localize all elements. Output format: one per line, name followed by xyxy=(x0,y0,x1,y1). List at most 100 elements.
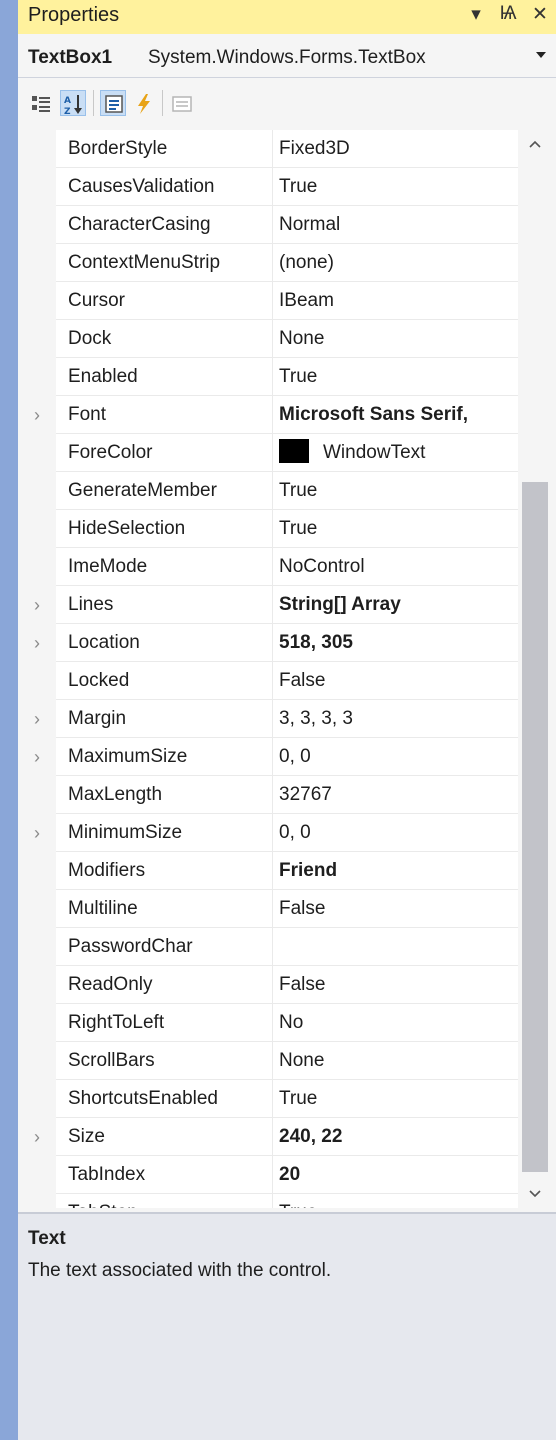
property-row[interactable]: TabIndex 20 xyxy=(18,1156,518,1194)
property-row[interactable]: Cursor IBeam xyxy=(18,282,518,320)
property-row[interactable]: › Lines String[] Array xyxy=(18,586,518,624)
property-row[interactable]: › Location 518, 305 xyxy=(18,624,518,662)
expand-chevron-icon[interactable]: › xyxy=(18,586,56,624)
property-name[interactable]: CharacterCasing xyxy=(56,206,273,244)
property-row[interactable]: › Margin 3, 3, 3, 3 xyxy=(18,700,518,738)
property-name[interactable]: Dock xyxy=(56,320,273,358)
property-name[interactable]: TabIndex xyxy=(56,1156,273,1194)
property-name[interactable]: MaximumSize xyxy=(56,738,273,776)
property-value[interactable]: Normal xyxy=(273,206,518,244)
property-row[interactable]: CharacterCasing Normal xyxy=(18,206,518,244)
property-value[interactable]: False xyxy=(273,966,518,1004)
property-name[interactable]: HideSelection xyxy=(56,510,273,548)
property-value[interactable]: Fixed3D xyxy=(273,130,518,168)
property-name[interactable]: Enabled xyxy=(56,358,273,396)
property-row[interactable]: PasswordChar xyxy=(18,928,518,966)
property-value[interactable]: IBeam xyxy=(273,282,518,320)
property-name[interactable]: TabStop xyxy=(56,1194,273,1208)
property-value[interactable]: True xyxy=(273,510,518,548)
property-name[interactable]: Modifiers xyxy=(56,852,273,890)
property-value[interactable]: True xyxy=(273,472,518,510)
property-value[interactable]: True xyxy=(273,1080,518,1118)
property-value[interactable]: True xyxy=(273,168,518,206)
property-row[interactable]: ForeColor WindowText xyxy=(18,434,518,472)
property-name[interactable]: CausesValidation xyxy=(56,168,273,206)
property-name[interactable]: Size xyxy=(56,1118,273,1156)
property-name[interactable]: PasswordChar xyxy=(56,928,273,966)
property-row[interactable]: BorderStyle Fixed3D xyxy=(18,130,518,168)
property-row[interactable]: RightToLeft No xyxy=(18,1004,518,1042)
property-value[interactable]: No xyxy=(273,1004,518,1042)
property-row[interactable]: MaxLength 32767 xyxy=(18,776,518,814)
property-row[interactable]: TabStop True xyxy=(18,1194,518,1208)
property-row[interactable]: › Font Microsoft Sans Serif, xyxy=(18,396,518,434)
property-name[interactable]: GenerateMember xyxy=(56,472,273,510)
property-value[interactable]: 32767 xyxy=(273,776,518,814)
property-name[interactable]: ShortcutsEnabled xyxy=(56,1080,273,1118)
property-name[interactable]: Margin xyxy=(56,700,273,738)
property-row[interactable]: Dock None xyxy=(18,320,518,358)
expand-chevron-icon[interactable]: › xyxy=(18,738,56,776)
property-name[interactable]: MinimumSize xyxy=(56,814,273,852)
scroll-down-icon[interactable] xyxy=(528,1186,542,1200)
property-value[interactable]: 518, 305 xyxy=(273,624,518,662)
property-name[interactable]: Cursor xyxy=(56,282,273,320)
expand-chevron-icon[interactable]: › xyxy=(18,700,56,738)
property-value[interactable]: False xyxy=(273,890,518,928)
property-row[interactable]: Modifiers Friend xyxy=(18,852,518,890)
property-value[interactable]: 3, 3, 3, 3 xyxy=(273,700,518,738)
property-name[interactable]: BorderStyle xyxy=(56,130,273,168)
property-name[interactable]: ScrollBars xyxy=(56,1042,273,1080)
expand-chevron-icon[interactable]: › xyxy=(18,624,56,662)
property-value[interactable]: (none) xyxy=(273,244,518,282)
scrollbar-thumb[interactable] xyxy=(522,482,548,1172)
property-name[interactable]: Multiline xyxy=(56,890,273,928)
property-row[interactable]: › MaximumSize 0, 0 xyxy=(18,738,518,776)
property-name[interactable]: ForeColor xyxy=(56,434,273,472)
property-value[interactable] xyxy=(273,928,518,966)
property-name[interactable]: Locked xyxy=(56,662,273,700)
property-row[interactable]: GenerateMember True xyxy=(18,472,518,510)
property-value[interactable]: 0, 0 xyxy=(273,738,518,776)
property-row[interactable]: ContextMenuStrip (none) xyxy=(18,244,518,282)
expand-chevron-icon[interactable]: › xyxy=(18,1118,56,1156)
property-row[interactable]: CausesValidation True xyxy=(18,168,518,206)
property-row[interactable]: HideSelection True xyxy=(18,510,518,548)
properties-button[interactable] xyxy=(100,90,126,116)
property-row[interactable]: › MinimumSize 0, 0 xyxy=(18,814,518,852)
property-name[interactable]: RightToLeft xyxy=(56,1004,273,1042)
property-row[interactable]: Multiline False xyxy=(18,890,518,928)
property-value[interactable]: True xyxy=(273,358,518,396)
scroll-up-icon[interactable] xyxy=(528,138,542,152)
property-value[interactable]: True xyxy=(273,1194,518,1208)
object-selector-arrow-icon[interactable] xyxy=(536,52,546,58)
property-name[interactable]: ReadOnly xyxy=(56,966,273,1004)
property-value[interactable]: 20 xyxy=(273,1156,518,1194)
property-value[interactable]: Microsoft Sans Serif, xyxy=(273,396,518,434)
property-value[interactable]: WindowText xyxy=(273,434,518,472)
property-name[interactable]: Font xyxy=(56,396,273,434)
property-value[interactable]: Friend xyxy=(273,852,518,890)
window-position-dropdown-icon[interactable]: ▾ xyxy=(466,3,486,26)
alphabetical-button[interactable]: A Z xyxy=(60,90,86,117)
property-name[interactable]: MaxLength xyxy=(56,776,273,814)
property-row[interactable]: ShortcutsEnabled True xyxy=(18,1080,518,1118)
property-value[interactable]: False xyxy=(273,662,518,700)
property-pages-button[interactable] xyxy=(168,90,194,116)
property-name[interactable]: ImeMode xyxy=(56,548,273,586)
property-value[interactable]: None xyxy=(273,320,518,358)
property-row[interactable]: ImeMode NoControl xyxy=(18,548,518,586)
property-row[interactable]: ReadOnly False xyxy=(18,966,518,1004)
property-row[interactable]: › Size 240, 22 xyxy=(18,1118,518,1156)
vertical-scrollbar[interactable] xyxy=(518,130,556,1208)
property-row[interactable]: Enabled True xyxy=(18,358,518,396)
object-selector[interactable]: TextBox1 System.Windows.Forms.TextBox xyxy=(18,34,556,78)
property-name[interactable]: Lines xyxy=(56,586,273,624)
property-name[interactable]: Location xyxy=(56,624,273,662)
expand-chevron-icon[interactable]: › xyxy=(18,814,56,852)
pin-icon[interactable]: Ѩ xyxy=(498,3,518,26)
property-value[interactable]: None xyxy=(273,1042,518,1080)
property-row[interactable]: ScrollBars None xyxy=(18,1042,518,1080)
panel-title-bar[interactable]: Properties ▾ Ѩ ✕ xyxy=(18,0,556,34)
property-name[interactable]: ContextMenuStrip xyxy=(56,244,273,282)
